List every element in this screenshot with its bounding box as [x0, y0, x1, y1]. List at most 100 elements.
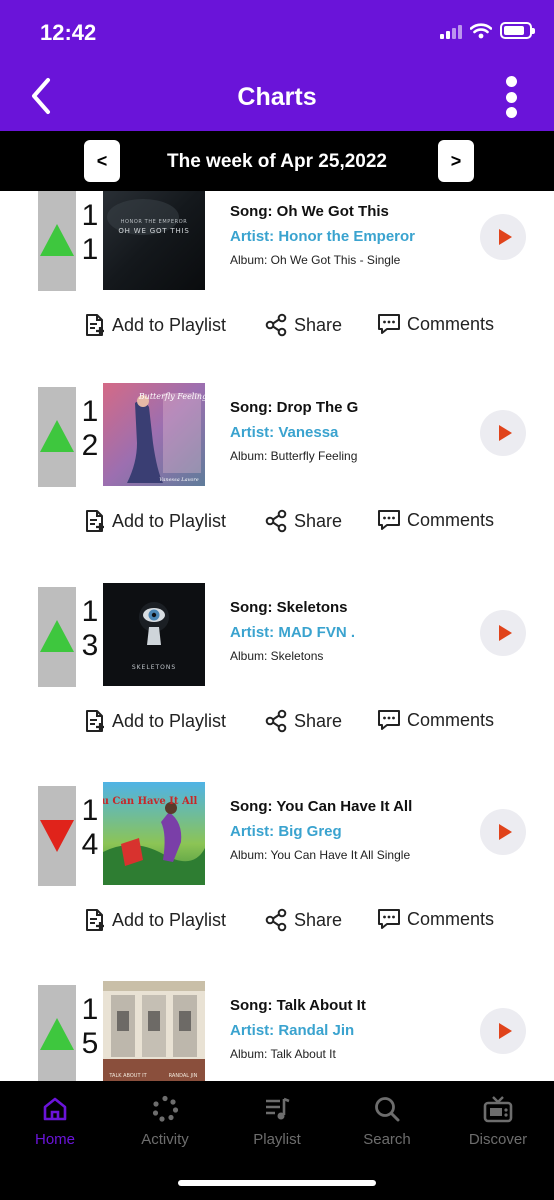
share-button[interactable]: Share	[264, 509, 342, 533]
play-icon	[498, 229, 512, 245]
artist-link[interactable]: Artist: Honor the Emperor	[230, 226, 470, 248]
activity-icon	[152, 1095, 179, 1122]
song-info: Song: Talk About It Artist: Randal Jin A…	[230, 995, 470, 1063]
comments-button[interactable]: Comments	[377, 509, 494, 531]
tab-home[interactable]: Home	[0, 1095, 110, 1155]
tab-discover[interactable]: Discover	[443, 1095, 553, 1155]
album-art[interactable]: HONOR THE EMPEROR OH WE GOT THIS	[103, 191, 205, 290]
song-title: Song: Skeletons	[230, 599, 348, 616]
share-icon	[265, 709, 287, 733]
artist-link[interactable]: Artist: MAD FVN .	[230, 622, 470, 644]
charts-screen: 12:42 Charts < The week of Apr 25,2022 >	[0, 0, 554, 1200]
album-art[interactable]: TALK ABOUT IT RANDAL JIN	[103, 981, 205, 1081]
page-title: Charts	[237, 83, 317, 111]
album-art[interactable]: SKELETONS	[103, 583, 205, 686]
svg-text:SKELETONS: SKELETONS	[132, 664, 176, 671]
svg-text:OH WE GOT THIS: OH WE GOT THIS	[118, 227, 189, 235]
play-icon	[498, 425, 512, 441]
share-button[interactable]: Share	[264, 313, 342, 337]
comments-button[interactable]: Comments	[377, 709, 494, 731]
album-name: Album: Skeletons	[230, 649, 324, 663]
artist-link[interactable]: Artist: Randal Jin	[230, 1020, 470, 1042]
wifi-icon	[470, 22, 492, 38]
chart-entry: 13 SKELETONS Song: Skeletons Artist: MAD…	[0, 583, 554, 787]
song-info: Song: You Can Have It All Artist: Big Gr…	[230, 796, 470, 864]
add-to-playlist-button[interactable]: Add to Playlist	[84, 908, 226, 932]
rank-number: 13	[81, 595, 99, 662]
artist-link[interactable]: Artist: Vanessa	[230, 422, 470, 444]
trend-up-icon	[40, 620, 74, 652]
artist-link[interactable]: Artist: Big Greg	[230, 821, 470, 843]
add-playlist-icon	[86, 909, 104, 931]
play-button[interactable]	[480, 610, 526, 656]
comments-button[interactable]: Comments	[377, 908, 494, 930]
playlist-icon	[266, 1097, 290, 1120]
album-name: Album: Oh We Got This - Single	[230, 253, 401, 267]
comment-icon	[378, 909, 400, 929]
add-playlist-icon	[86, 710, 104, 732]
svg-text:You Can Have It All: You Can Have It All	[103, 796, 197, 807]
tab-activity[interactable]: Activity	[110, 1095, 220, 1155]
home-indicator	[178, 1180, 376, 1186]
svg-text:Butterfly Feeling: Butterfly Feeling	[138, 392, 205, 401]
next-week-button[interactable]: >	[438, 140, 474, 182]
status-icons	[440, 22, 535, 39]
play-button[interactable]	[480, 1008, 526, 1054]
song-info: Song: Drop The G Artist: Vanessa Album: …	[230, 397, 470, 465]
more-options-button[interactable]	[504, 76, 518, 118]
home-icon	[43, 1097, 67, 1121]
add-playlist-icon	[86, 510, 104, 532]
song-title: Song: Drop The G	[230, 399, 359, 416]
share-icon	[265, 313, 287, 337]
rank-number: 12	[81, 395, 99, 462]
rank-number: 11	[81, 199, 99, 266]
app-header: 12:42 Charts	[0, 0, 554, 131]
trend-indicator	[38, 387, 76, 487]
trend-up-icon	[40, 224, 74, 256]
trend-indicator	[38, 191, 76, 291]
album-name: Album: Talk About It	[230, 1047, 336, 1061]
share-button[interactable]: Share	[264, 709, 342, 733]
share-button[interactable]: Share	[264, 908, 342, 932]
album-name: Album: You Can Have It All Single	[230, 848, 411, 862]
share-icon	[265, 908, 287, 932]
comment-icon	[378, 710, 400, 730]
chart-entry: 15 TALK ABOUT IT RANDAL JIN Song: Talk A…	[0, 981, 554, 1081]
chart-entry: 14 You Can Have It All Song: You Can Hav…	[0, 782, 554, 986]
album-art[interactable]: Butterfly Feeling Vanessa Lavore	[103, 383, 205, 486]
comment-icon	[378, 510, 400, 530]
album-name: Album: Butterfly Feeling	[230, 449, 358, 463]
trend-down-icon	[40, 820, 74, 852]
chart-entry: 12 Butterfly Feeling Vanessa Lavore Song…	[0, 383, 554, 587]
chart-entry: 11 HONOR THE EMPEROR OH WE GOT THIS Song…	[0, 191, 554, 391]
svg-text:HONOR THE EMPEROR: HONOR THE EMPEROR	[121, 219, 188, 225]
add-to-playlist-button[interactable]: Add to Playlist	[84, 709, 226, 733]
chart-list[interactable]: 11 HONOR THE EMPEROR OH WE GOT THIS Song…	[0, 191, 554, 1081]
play-button[interactable]	[480, 410, 526, 456]
song-title: Song: You Can Have It All	[230, 798, 413, 815]
play-icon	[498, 1023, 512, 1039]
tab-search[interactable]: Search	[332, 1095, 442, 1155]
play-icon	[498, 625, 512, 641]
svg-text:TALK ABOUT IT: TALK ABOUT IT	[108, 1073, 147, 1079]
rank-number: 15	[81, 993, 99, 1060]
share-icon	[265, 509, 287, 533]
search-icon	[375, 1097, 400, 1122]
trend-indicator	[38, 587, 76, 687]
status-time: 12:42	[40, 20, 97, 45]
rank-number: 14	[81, 794, 99, 861]
play-button[interactable]	[480, 809, 526, 855]
week-selector: < The week of Apr 25,2022 >	[0, 131, 554, 191]
svg-text:Vanessa Lavore: Vanessa Lavore	[159, 477, 199, 483]
add-to-playlist-button[interactable]: Add to Playlist	[84, 313, 226, 337]
album-art[interactable]: You Can Have It All	[103, 782, 205, 885]
add-to-playlist-button[interactable]: Add to Playlist	[84, 509, 226, 533]
cellular-signal-icon	[440, 23, 462, 39]
play-button[interactable]	[480, 214, 526, 260]
svg-text:RANDAL JIN: RANDAL JIN	[169, 1073, 198, 1079]
trend-up-icon	[40, 420, 74, 452]
comments-button[interactable]: Comments	[377, 313, 494, 335]
trend-indicator	[38, 786, 76, 886]
song-title: Song: Oh We Got This	[230, 203, 389, 220]
tab-playlist[interactable]: Playlist	[222, 1095, 332, 1155]
